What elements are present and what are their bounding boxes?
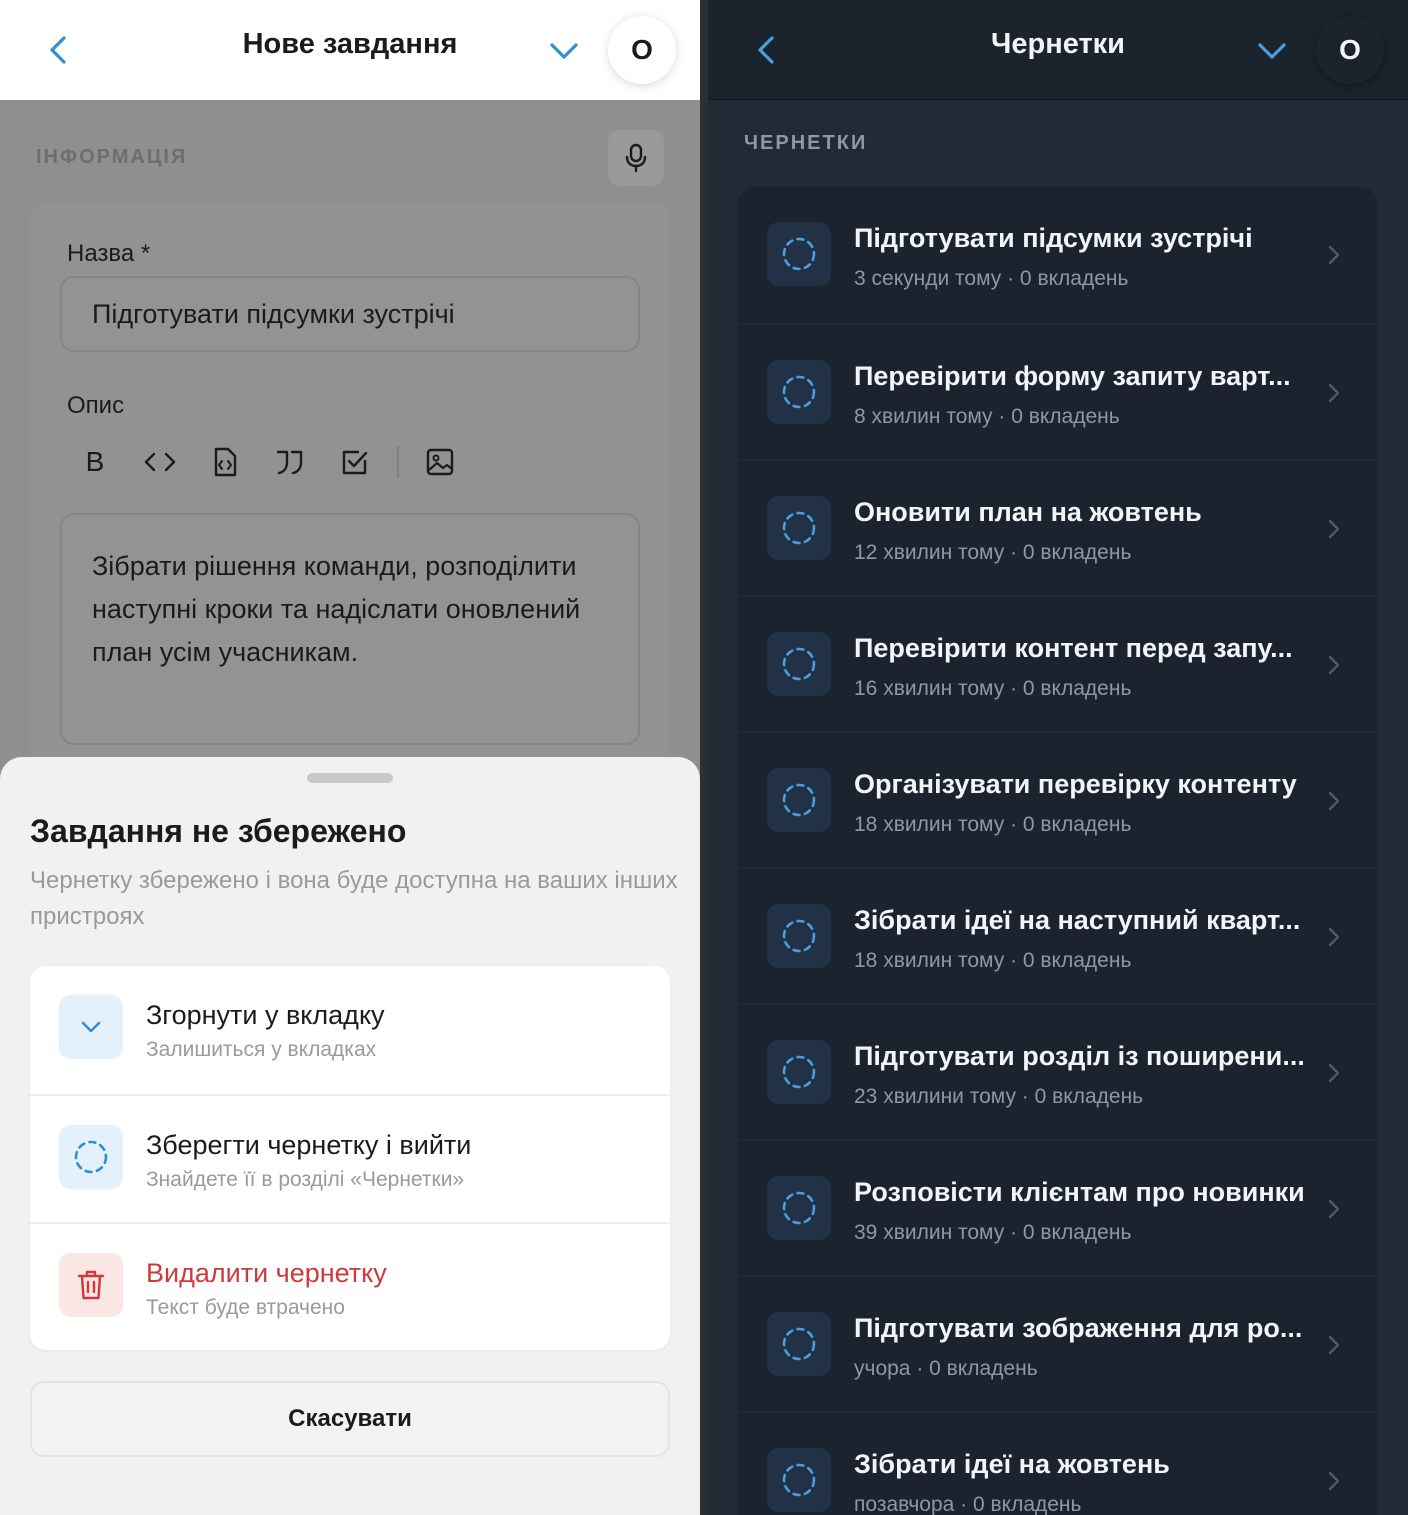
name-label: Назва *	[67, 240, 151, 267]
draft-subtitle: 18 хвилин тому · 0 вкладень	[854, 813, 1132, 836]
draft-subtitle: 39 хвилин тому · 0 вкладень	[854, 1221, 1132, 1244]
option-subtitle: Залишиться у вкладках	[146, 1038, 377, 1061]
page-title: Нове завдання	[242, 28, 458, 60]
microphone-button[interactable]	[608, 130, 664, 186]
drafts-screen: Чернетки O ЧЕРНЕТКИ Підготувати підсумки…	[708, 0, 1408, 1515]
draft-list-item[interactable]: Зібрати ідеї на жовтень позавчора · 0 вкл…	[738, 1411, 1378, 1515]
draft-circle-icon	[59, 1125, 123, 1189]
draft-list-item[interactable]: Перевірити форму запиту варт... 8 хвилин …	[738, 323, 1378, 459]
draft-circle-icon	[767, 1040, 831, 1104]
image-icon[interactable]	[419, 442, 461, 482]
draft-circle-icon	[767, 222, 831, 286]
option-title: Видалити чернетку	[146, 1258, 387, 1288]
chevron-down-icon[interactable]	[1252, 33, 1292, 69]
avatar[interactable]: O	[1316, 16, 1384, 84]
draft-title: Підготувати підсумки зустрічі	[854, 223, 1253, 253]
draft-list-item[interactable]: Перевірити контент перед запу... 16 хвили…	[738, 595, 1378, 731]
chevron-right-icon	[1328, 791, 1340, 811]
draft-list-item[interactable]: Організувати перевірку контенту 18 хвилин…	[738, 731, 1378, 867]
toolbar-divider	[397, 446, 399, 478]
code-icon[interactable]	[139, 442, 181, 482]
draft-title: Підготувати зображення для ро...	[854, 1313, 1303, 1343]
unsaved-task-sheet: Завдання не збережено Чернетку збережено…	[0, 757, 700, 1515]
sheet-options: Згорнути у вкладку Залишиться у вкладках…	[30, 966, 670, 1350]
header: Нове завдання O	[0, 0, 700, 100]
option-title: Зберегти чернетку і вийти	[146, 1130, 472, 1160]
chevron-down-icon	[59, 995, 123, 1059]
draft-subtitle: 23 хвилини тому · 0 вкладень	[854, 1085, 1144, 1108]
code-file-icon[interactable]	[204, 442, 246, 482]
section-title: ІНФОРМАЦІЯ	[36, 146, 188, 168]
draft-subtitle: 18 хвилин тому · 0 вкладень	[854, 949, 1132, 972]
cancel-button[interactable]: Скасувати	[30, 1381, 670, 1457]
draft-title: Перевірити форму запиту варт...	[854, 361, 1291, 391]
description-label: Опис	[67, 392, 125, 419]
collapse-to-tab-option[interactable]: Згорнути у вкладку Залишиться у вкладках	[30, 966, 670, 1094]
draft-list-item[interactable]: Зібрати ідеї на наступний кварт... 18 хви…	[738, 867, 1378, 1003]
draft-list-item[interactable]: Підготувати підсумки зустрічі 3 секунди т…	[738, 187, 1378, 323]
chevron-right-icon	[1328, 1471, 1340, 1491]
name-input[interactable]: Підготувати підсумки зустрічі	[60, 276, 640, 352]
save-draft-option[interactable]: Зберегти чернетку і вийти Знайдете її в …	[30, 1094, 670, 1222]
avatar[interactable]: O	[608, 16, 676, 84]
draft-circle-icon	[767, 1176, 831, 1240]
header: Чернетки O	[708, 0, 1408, 100]
draft-circle-icon	[767, 632, 831, 696]
draft-list-item[interactable]: Підготувати розділ із поширени... 23 хвил…	[738, 1003, 1378, 1139]
chevron-right-icon	[1328, 927, 1340, 947]
microphone-icon	[625, 143, 647, 173]
draft-subtitle: 16 хвилин тому · 0 вкладень	[854, 677, 1132, 700]
draft-title: Перевірити контент перед запу...	[854, 633, 1293, 663]
draft-title: Зібрати ідеї на жовтень	[854, 1449, 1170, 1479]
draft-title: Розповісти клієнтам про новинки	[854, 1177, 1304, 1207]
quote-icon[interactable]	[269, 442, 311, 482]
sheet-subtitle: Чернетку збережено і вона буде доступна …	[30, 867, 678, 930]
chevron-right-icon	[1328, 383, 1340, 403]
option-subtitle: Текст буде втрачено	[146, 1296, 345, 1319]
bold-icon[interactable]: B	[74, 442, 116, 482]
draft-list-item[interactable]: Розповісти клієнтам про новинки 39 хвилин…	[738, 1139, 1378, 1275]
chevron-down-icon[interactable]	[544, 33, 584, 69]
draft-circle-icon	[767, 768, 831, 832]
checkbox-icon[interactable]	[334, 442, 376, 482]
chevron-right-icon	[1328, 655, 1340, 675]
page-title: Чернетки	[990, 28, 1126, 60]
draft-title: Підготувати розділ із поширени...	[854, 1041, 1304, 1071]
draft-title: Зібрати ідеї на наступний кварт...	[854, 905, 1301, 935]
draft-title: Організувати перевірку контенту	[854, 769, 1297, 799]
draft-list-item[interactable]: Підготувати зображення для ро... учора · …	[738, 1275, 1378, 1411]
chevron-right-icon	[1328, 245, 1340, 265]
option-subtitle: Знайдете її в розділі «Чернетки»	[146, 1168, 465, 1191]
chevron-right-icon	[1328, 1063, 1340, 1083]
sheet-title: Завдання не збережено	[30, 813, 407, 849]
new-task-screen: Нове завдання O ІНФОРМАЦІЯ Назва * Підго…	[0, 0, 700, 1515]
draft-subtitle: 8 хвилин тому · 0 вкладень	[854, 405, 1120, 428]
sheet-handle[interactable]	[307, 773, 393, 783]
panel-divider	[700, 0, 708, 1515]
draft-circle-icon	[767, 496, 831, 560]
draft-title: Оновити план на жовтень	[854, 497, 1202, 527]
draft-subtitle: 12 хвилин тому · 0 вкладень	[854, 541, 1132, 564]
draft-circle-icon	[767, 904, 831, 968]
format-toolbar: B	[74, 442, 484, 482]
draft-subtitle: 3 секунди тому · 0 вкладень	[854, 267, 1129, 290]
draft-list-item[interactable]: Оновити план на жовтень 12 хвилин тому · …	[738, 459, 1378, 595]
trash-icon	[59, 1253, 123, 1317]
option-title: Згорнути у вкладку	[146, 1000, 385, 1030]
chevron-right-icon	[1328, 519, 1340, 539]
draft-circle-icon	[767, 360, 831, 424]
delete-draft-option[interactable]: Видалити чернетку Текст буде втрачено	[30, 1222, 670, 1350]
description-input[interactable]: Зібрати рішення команди, розподілити нас…	[60, 513, 640, 745]
drafts-list: Підготувати підсумки зустрічі 3 секунди т…	[738, 187, 1378, 1515]
chevron-right-icon	[1328, 1199, 1340, 1219]
draft-circle-icon	[767, 1312, 831, 1376]
draft-subtitle: учора · 0 вкладень	[854, 1357, 1038, 1380]
chevron-right-icon	[1328, 1335, 1340, 1355]
draft-circle-icon	[767, 1448, 831, 1512]
section-title: ЧЕРНЕТКИ	[744, 132, 868, 154]
draft-subtitle: позавчора · 0 вкладень	[854, 1493, 1082, 1515]
